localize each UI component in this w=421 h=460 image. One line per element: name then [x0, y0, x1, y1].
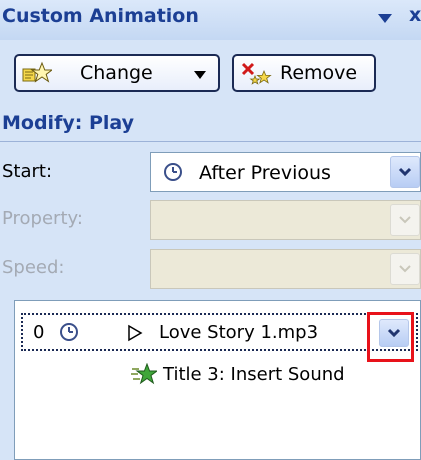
change-dropdown-arrow-icon: [194, 71, 206, 79]
chevron-down-icon: [387, 328, 401, 338]
speed-dropdown-button: [390, 253, 420, 285]
chevron-down-icon: [399, 216, 411, 224]
custom-animation-pane: Custom Animation x Change Remove Modify:…: [0, 0, 421, 460]
remove-button-label: Remove: [280, 62, 358, 84]
change-button-label: Change: [80, 62, 153, 84]
play-icon: [127, 324, 143, 346]
item-name: Title 3: Insert Sound: [163, 364, 345, 385]
pane-title-bar: Custom Animation x: [0, 0, 421, 40]
start-dropdown-button[interactable]: [390, 156, 420, 188]
star-icon: [131, 362, 159, 391]
speed-label: Speed:: [2, 257, 65, 278]
change-button[interactable]: Change: [14, 54, 220, 92]
property-label: Property:: [2, 208, 83, 229]
property-dropdown-button: [390, 204, 420, 236]
remove-effect-icon: [240, 61, 274, 92]
list-item[interactable]: 0 Love Story 1.mp3: [21, 313, 418, 351]
section-divider: [0, 141, 421, 142]
start-dropdown[interactable]: After Previous: [150, 152, 421, 192]
start-label: Start:: [2, 161, 53, 182]
effect-stars-icon: [22, 61, 54, 92]
start-value: After Previous: [199, 162, 331, 184]
pane-close-button[interactable]: x: [409, 4, 421, 26]
animation-list[interactable]: 0 Love Story 1.mp3 Title 3: Insert Sound: [14, 300, 421, 460]
chevron-down-icon: [399, 265, 411, 273]
chevron-down-icon: [398, 167, 412, 177]
modify-section-title: Modify: Play: [2, 112, 134, 134]
clock-icon: [163, 162, 183, 186]
item-order-number: 0: [33, 322, 45, 343]
item-dropdown-button[interactable]: [379, 319, 409, 347]
item-name: Love Story 1.mp3: [159, 322, 319, 343]
remove-button[interactable]: Remove: [232, 54, 376, 92]
pane-options-arrow-icon[interactable]: [378, 14, 392, 23]
speed-dropdown: [150, 249, 421, 289]
clock-icon: [59, 322, 79, 346]
pane-title: Custom Animation: [2, 5, 199, 27]
property-dropdown: [150, 200, 421, 240]
